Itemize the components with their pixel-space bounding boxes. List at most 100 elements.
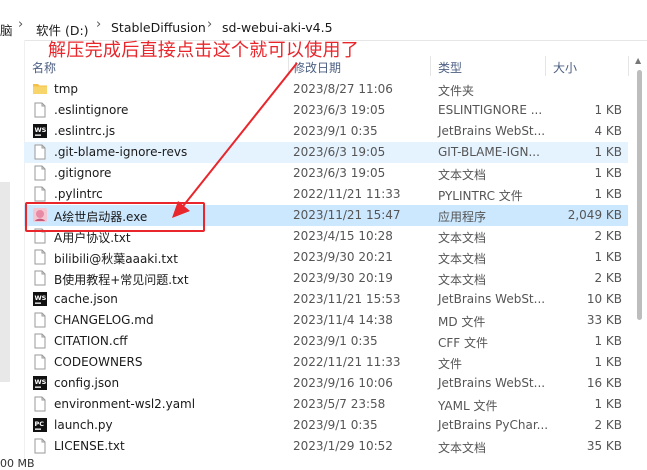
file-type: ESLINTIGNORE ... — [438, 103, 543, 117]
file-icon — [32, 312, 48, 328]
file-row[interactable]: CITATION.cff 2023/9/1 0:35 CFF 文件 1 KB — [24, 331, 628, 352]
file-row[interactable]: .git-blame-ignore-revs 2023/6/3 19:05 GIT-… — [24, 142, 628, 163]
file-type: 文件 — [438, 357, 463, 371]
column-divider[interactable] — [545, 56, 546, 76]
file-size: 4 KB — [594, 124, 622, 138]
file-modified-date: 2023/6/3 19:05 — [293, 145, 386, 159]
file-row[interactable]: PC launch.py 2023/9/1 0:35 JetBrains PyChar… — [24, 415, 628, 436]
file-type: PYLINTRC 文件 — [438, 189, 523, 203]
file-type: JetBrains WebSt... — [438, 124, 546, 138]
file-name: cache.json — [54, 292, 118, 306]
file-row[interactable]: environment-wsl2.yaml 2023/5/7 23:58 YAML … — [24, 394, 628, 415]
breadcrumb-item-pc[interactable]: 脑 — [0, 20, 13, 39]
file-modified-date: 2023/9/30 20:19 — [293, 271, 393, 285]
file-size: 2 KB — [594, 418, 622, 432]
svg-text:WS: WS — [35, 378, 47, 386]
file-modified-date: 2023/8/27 11:06 — [293, 82, 393, 96]
file-size: 2 KB — [594, 271, 622, 285]
address-bar[interactable]: 脑 › 软件 (D:) › StableDiffusion › sd-webui… — [0, 0, 647, 41]
file-name: CITATION.cff — [54, 334, 128, 348]
file-icon — [32, 102, 48, 118]
file-name: LICENSE.txt — [54, 439, 125, 453]
file-type: JetBrains WebSt... — [438, 376, 546, 390]
vertical-scrollbar[interactable]: ▲ — [632, 54, 647, 465]
svg-text:PC: PC — [35, 420, 45, 428]
file-row[interactable]: .gitignore 2023/6/3 19:05 文本文档 1 KB — [24, 163, 628, 184]
file-icon — [32, 270, 48, 286]
webstorm-icon: WS — [32, 123, 48, 139]
file-name: CHANGELOG.md — [54, 313, 154, 327]
webstorm-icon: WS — [32, 291, 48, 307]
column-header-type[interactable]: 类型 — [438, 59, 462, 76]
file-row[interactable]: bilibili@秋葉aaaki.txt 2023/9/30 20:21 文本文档 1… — [24, 247, 628, 268]
file-type: 文本文档 — [438, 231, 487, 245]
file-type: 应用程序 — [438, 210, 487, 224]
file-icon — [32, 354, 48, 370]
file-size: 1 KB — [594, 250, 622, 264]
file-row[interactable]: B使用教程+常见问题.txt 2023/9/30 20:19 文本文档 2 KB — [24, 268, 628, 289]
file-icon — [32, 333, 48, 349]
file-icon — [32, 438, 48, 454]
navigation-pane-scrollbar[interactable] — [0, 182, 10, 382]
breadcrumb-separator: › — [207, 17, 213, 32]
file-type: MD 文件 — [438, 315, 486, 329]
file-size: 35 KB — [586, 439, 622, 453]
file-row[interactable]: WS cache.json 2023/11/21 15:53 JetBrains We… — [24, 289, 628, 310]
file-icon — [32, 396, 48, 412]
file-modified-date: 2023/9/30 20:21 — [293, 250, 393, 264]
file-name: environment-wsl2.yaml — [54, 397, 196, 411]
file-modified-date: 2023/9/16 10:06 — [293, 376, 393, 390]
column-header-size[interactable]: 大小 — [553, 59, 577, 76]
file-type: JetBrains WebSt... — [438, 292, 546, 306]
file-row[interactable]: .eslintignore 2023/6/3 19:05 ESLINTIGNORE … — [24, 100, 628, 121]
file-name: .eslintignore — [54, 103, 129, 117]
file-row[interactable]: tmp 2023/8/27 11:06 文件夹 — [24, 79, 628, 100]
file-icon — [32, 249, 48, 265]
file-row[interactable]: WS config.json 2023/9/16 10:06 JetBrains We… — [24, 373, 628, 394]
file-modified-date: 2022/11/21 11:33 — [293, 187, 401, 201]
file-size: 1 KB — [594, 355, 622, 369]
column-divider[interactable] — [430, 56, 431, 76]
file-name: .git-blame-ignore-revs — [54, 145, 188, 159]
file-row[interactable]: LICENSE.txt 2023/1/29 10:52 文本文档 35 KB — [24, 436, 628, 457]
webstorm-icon: WS — [32, 375, 48, 391]
file-size: 10 KB — [586, 292, 622, 306]
file-modified-date: 2023/9/1 0:35 — [293, 124, 378, 138]
file-size: 1 KB — [594, 103, 622, 117]
file-name: CODEOWNERS — [54, 355, 143, 369]
scroll-up-icon[interactable]: ▲ — [635, 56, 641, 65]
file-icon — [32, 186, 48, 202]
file-size: 16 KB — [586, 376, 622, 390]
file-size: 1 KB — [594, 187, 622, 201]
column-divider[interactable] — [628, 56, 629, 76]
file-modified-date: 2023/11/4 14:38 — [293, 313, 393, 327]
file-icon — [32, 144, 48, 160]
scrollbar-thumb[interactable] — [637, 70, 642, 320]
file-size: 33 KB — [586, 313, 622, 327]
file-modified-date: 2023/1/29 10:52 — [293, 439, 393, 453]
file-type: 文本文档 — [438, 273, 487, 287]
file-size: 1 KB — [594, 397, 622, 411]
breadcrumb-item-current-folder[interactable]: sd-webui-aki-v4.5 — [222, 20, 333, 35]
file-size: 2,049 KB — [567, 208, 622, 222]
file-type: 文本文档 — [438, 252, 487, 266]
pycharm-icon: PC — [32, 417, 48, 433]
file-row[interactable]: CODEOWNERS 2022/11/21 11:33 文件 1 KB — [24, 352, 628, 373]
file-type: YAML 文件 — [438, 399, 498, 413]
file-size: 1 KB — [594, 166, 622, 180]
file-icon — [32, 165, 48, 181]
file-type: JetBrains PyChar... — [438, 418, 549, 432]
file-size: 2 KB — [594, 229, 622, 243]
file-row[interactable]: CHANGELOG.md 2023/11/4 14:38 MD 文件 33 KB — [24, 310, 628, 331]
folder-icon — [32, 81, 48, 97]
file-name: tmp — [54, 82, 79, 96]
file-type: CFF 文件 — [438, 336, 488, 350]
status-bar-text: 00 MB — [0, 457, 35, 470]
file-size: 1 KB — [594, 145, 622, 159]
annotation-text: 解压完成后直接点击这个就可以使用了 — [48, 40, 360, 61]
svg-text:WS: WS — [35, 294, 47, 302]
file-row[interactable]: WS .eslintrc.js 2023/9/1 0:35 JetBrains Web… — [24, 121, 628, 142]
file-name: B使用教程+常见问题.txt — [54, 273, 189, 287]
breadcrumb-item-stablediffusion[interactable]: StableDiffusion — [111, 20, 206, 35]
svg-text:WS: WS — [35, 126, 47, 134]
